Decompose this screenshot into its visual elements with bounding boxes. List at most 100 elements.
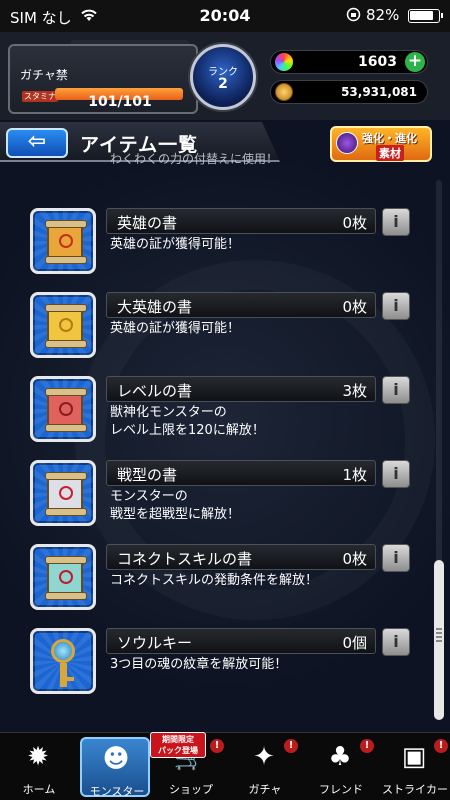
- scroll-emblem: [59, 318, 73, 332]
- enhance-evolve-materials-button[interactable]: 強化・進化 素材: [330, 126, 432, 162]
- back-arrow-icon: ⇦: [27, 129, 47, 154]
- nav-monster[interactable]: ☻ モンスター: [80, 737, 150, 798]
- item-count: 3枚: [342, 382, 367, 400]
- item-name-bar: 英雄の書 0枚: [106, 208, 376, 234]
- stamina-value: 101/101: [88, 94, 152, 110]
- nav-label: モンスター: [89, 785, 145, 798]
- hero-book-icon[interactable]: [30, 208, 96, 274]
- nav-label: ショップ: [169, 783, 213, 796]
- item-row[interactable]: 大英雄の書 0枚 i 英雄の証が獲得可能！: [0, 292, 430, 362]
- item-info-button[interactable]: i: [382, 376, 410, 404]
- material-gem-icon: [336, 132, 358, 154]
- shop-promo-tag: 期間限定 パック登場: [150, 732, 206, 758]
- item-description: 3つ目の魂の紋章を解放可能！: [110, 657, 288, 672]
- item-list[interactable]: 英雄の書 0枚 i 英雄の証が獲得可能！ 大英雄の書 0枚 i 英雄の証が獲得可能！ レベルの書…: [0, 120, 450, 732]
- item-count: 0枚: [342, 550, 367, 568]
- battle-type-book-icon[interactable]: [30, 460, 96, 526]
- item-name-bar: 大英雄の書 0枚: [106, 292, 376, 318]
- rank-badge[interactable]: ランク 2: [190, 44, 256, 110]
- great-hero-book-icon[interactable]: [30, 292, 96, 358]
- back-button[interactable]: ⇦: [6, 128, 68, 158]
- orb-icon: [275, 53, 293, 71]
- item-description: 獣神化モンスターの レベル上限を120に解放！: [110, 405, 265, 438]
- item-row[interactable]: ソウルキー 0個 i 3つ目の魂の紋章を解放可能！: [0, 628, 430, 698]
- item-description: コネクトスキルの発動条件を解放！: [110, 573, 319, 588]
- scroll-art: [45, 304, 87, 348]
- key-part: [51, 639, 75, 663]
- nav-label: フレンド: [319, 783, 363, 796]
- battery-icon: [408, 9, 443, 23]
- level-book-icon[interactable]: [30, 376, 96, 442]
- home-icon: ✹: [27, 742, 49, 772]
- player-name: ガチャ禁: [20, 68, 68, 82]
- scroll-emblem: [59, 570, 73, 584]
- battery-percent: 82%: [366, 6, 400, 24]
- item-description: 英雄の証が獲得可能！: [110, 321, 241, 336]
- item-info-button[interactable]: i: [382, 208, 410, 236]
- nav-label: ストライカー: [382, 783, 448, 796]
- item-count: 0個: [342, 634, 367, 652]
- nav-striker[interactable]: ▣ ストライカー!: [380, 737, 450, 797]
- orb-counter: 1603 +: [270, 50, 428, 74]
- nav-home[interactable]: ✹ ホーム: [4, 737, 74, 797]
- gacha-icon: ✦: [253, 742, 275, 772]
- item-count: 1枚: [342, 466, 367, 484]
- friend-icon: ♣: [328, 742, 352, 772]
- item-count: 0枚: [342, 214, 367, 232]
- item-name-bar: ソウルキー 0個: [106, 628, 376, 654]
- scroll-art: [45, 388, 87, 432]
- ghost-description: わくわくの力の付替えに使用！: [110, 152, 279, 166]
- gold-count: 53,931,081: [341, 85, 417, 99]
- gold-coin-icon: [275, 83, 293, 101]
- item-name-bar: コネクトスキルの書 0枚: [106, 544, 376, 570]
- item-name: 英雄の書: [117, 214, 178, 232]
- scroll-art: [45, 220, 87, 264]
- item-row[interactable]: レベルの書 3枚 i 獣神化モンスターの レベル上限を120に解放！: [0, 376, 430, 446]
- item-name-bar: 戦型の書 1枚: [106, 460, 376, 486]
- notification-badge: !: [284, 739, 298, 753]
- item-name: ソウルキー: [117, 634, 193, 652]
- item-description: 英雄の証が獲得可能！: [110, 237, 241, 252]
- item-row[interactable]: コネクトスキルの書 0枚 i コネクトスキルの発動条件を解放！: [0, 544, 430, 614]
- bottom-navigation: ✹ホーム☻モンスター🛒ショップ!✦ガチャ!♣フレンド!▣ストライカー!: [0, 732, 450, 800]
- key-part: [60, 663, 67, 687]
- rank-value: 2: [218, 76, 228, 92]
- nav-gacha[interactable]: ✦ ガチャ!: [230, 737, 300, 797]
- item-name: レベルの書: [117, 382, 193, 400]
- scroll-art: [45, 472, 87, 516]
- nav-label: ガチャ: [248, 783, 282, 796]
- notification-badge: !: [210, 739, 224, 753]
- scrollbar-grip: [436, 628, 442, 644]
- item-info-button[interactable]: i: [382, 460, 410, 488]
- item-description: モンスターの 戦型を超戦型に解放！: [110, 489, 241, 522]
- item-name: 戦型の書: [117, 466, 178, 484]
- scroll-emblem: [59, 486, 73, 500]
- materials-label: 素材: [376, 145, 404, 161]
- striker-icon: ▣: [401, 742, 427, 772]
- item-row[interactable]: 英雄の書 0枚 i 英雄の証が獲得可能！: [0, 208, 430, 278]
- item-row[interactable]: 戦型の書 1枚 i モンスターの 戦型を超戦型に解放！: [0, 460, 430, 530]
- scroll-emblem: [59, 402, 73, 416]
- item-info-button[interactable]: i: [382, 628, 410, 656]
- item-name: コネクトスキルの書: [117, 550, 253, 568]
- key-part: [66, 677, 74, 681]
- nav-friend[interactable]: ♣ フレンド!: [306, 737, 376, 797]
- orb-count: 1603: [358, 54, 397, 70]
- connect-skill-book-icon[interactable]: [30, 544, 96, 610]
- item-info-button[interactable]: i: [382, 292, 410, 320]
- stamina-label: スタミナ: [22, 91, 58, 102]
- add-orbs-button[interactable]: +: [405, 52, 425, 72]
- monster-icon: ☻: [102, 744, 130, 774]
- notification-badge: !: [434, 739, 448, 753]
- enhance-label: 強化・進化: [362, 132, 417, 145]
- item-name: 大英雄の書: [117, 298, 193, 316]
- gold-counter: 53,931,081: [270, 80, 428, 104]
- item-count: 0枚: [342, 298, 367, 316]
- item-info-button[interactable]: i: [382, 544, 410, 572]
- rotation-lock-icon: [346, 7, 361, 26]
- scroll-emblem: [59, 234, 73, 248]
- scroll-art: [45, 556, 87, 600]
- soul-key-icon[interactable]: [30, 628, 96, 694]
- promo-text: 期間限定 パック登場: [158, 735, 198, 755]
- status-bar: SIM なし 20:04 82%: [0, 0, 450, 32]
